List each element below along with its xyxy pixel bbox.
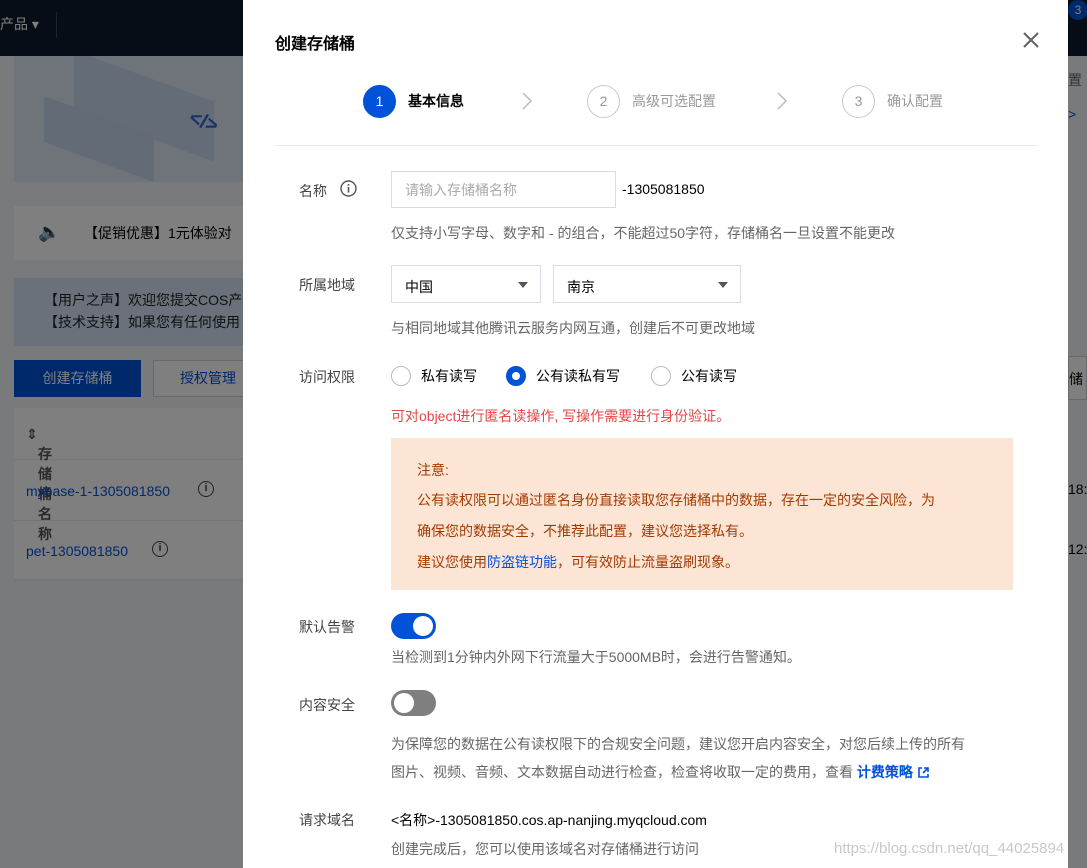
content-security-toggle[interactable] bbox=[391, 690, 436, 716]
country-select-value: 中国 bbox=[405, 279, 433, 295]
step-label: 高级可选配置 bbox=[632, 93, 716, 109]
radio-public-read-private-write[interactable]: 公有读私有写 bbox=[506, 365, 620, 387]
radio-label: 公有读私有写 bbox=[536, 368, 620, 384]
close-icon[interactable] bbox=[1019, 28, 1043, 52]
domain-label: 请求域名 bbox=[299, 812, 355, 828]
bucket-name-suffix: -1305081850 bbox=[622, 181, 705, 197]
help-text: 图片、视频、音频、文本数据自动进行检查，检查将收取一定的费用，查看 bbox=[391, 764, 853, 780]
content-security-label: 内容安全 bbox=[299, 697, 355, 713]
chevron-right-icon bbox=[777, 92, 788, 110]
step-label: 确认配置 bbox=[887, 93, 943, 109]
radio-label: 私有读写 bbox=[421, 368, 477, 384]
city-select-value: 南京 bbox=[567, 279, 595, 295]
bucket-name-input[interactable] bbox=[391, 171, 616, 208]
security-alert-box: 注意: 公有读权限可以通过匿名身份直接读取您存储桶中的数据，存在一定的安全风险，… bbox=[391, 438, 1013, 590]
chevron-right-icon bbox=[522, 92, 533, 110]
dialog-title: 创建存储桶 bbox=[275, 36, 356, 53]
city-select[interactable]: 南京 bbox=[553, 265, 741, 303]
alarm-help-text: 当检测到1分钟内外网下行流量大于5000MB时，会进行告警通知。 bbox=[391, 649, 801, 665]
name-help-text: 仅支持小写字母、数字和 - 的组合，不能超过50字符，存储桶名一旦设置不能更改 bbox=[391, 225, 896, 241]
radio-public-rw[interactable]: 公有读写 bbox=[651, 365, 737, 387]
step-label: 基本信息 bbox=[408, 93, 464, 109]
alert-line: 建议您使用防盗链功能，可有效防止流量盗刷现象。 bbox=[417, 552, 739, 572]
toggle-knob bbox=[394, 693, 414, 713]
radio-label: 公有读写 bbox=[681, 368, 737, 384]
region-label: 所属地域 bbox=[299, 277, 355, 293]
hotlink-protection-link[interactable]: 防盗链功能 bbox=[487, 554, 557, 570]
country-select[interactable]: 中国 bbox=[391, 265, 541, 303]
pricing-policy-link[interactable]: 计费策略 bbox=[857, 764, 930, 780]
external-link-icon bbox=[918, 767, 929, 778]
domain-help-text: 创建完成后，您可以使用该域名对存储桶进行访问 bbox=[391, 841, 699, 857]
create-bucket-dialog: 创建存储桶 1 基本信息 2 高级可选配置 3 确认配置 名称 -1305081… bbox=[243, 0, 1068, 868]
step-number: 3 bbox=[842, 84, 875, 118]
alarm-toggle[interactable] bbox=[391, 613, 436, 639]
divider bbox=[275, 145, 1037, 146]
pricing-link-label: 计费策略 bbox=[856, 764, 913, 780]
info-icon[interactable] bbox=[340, 180, 357, 197]
step-number: 2 bbox=[587, 84, 620, 118]
alarm-label: 默认告警 bbox=[299, 619, 355, 635]
radio-circle[interactable] bbox=[391, 366, 411, 386]
caret-down-icon bbox=[518, 282, 528, 288]
step-advanced-config: 2 高级可选配置 bbox=[587, 84, 716, 118]
radio-private-rw[interactable]: 私有读写 bbox=[391, 365, 477, 387]
access-label: 访问权限 bbox=[299, 369, 355, 385]
name-label: 名称 bbox=[299, 183, 327, 199]
caret-down-icon bbox=[718, 282, 728, 288]
step-basic-info: 1 基本信息 bbox=[363, 84, 464, 118]
step-confirm-config: 3 确认配置 bbox=[842, 84, 943, 118]
watermark-text: https://blog.csdn.net/qq_44025894 bbox=[834, 840, 1065, 857]
content-security-help-line: 为保障您的数据在公有读权限下的合规安全问题，建议您开启内容安全，对您后续上传的所… bbox=[391, 736, 965, 752]
alert-line: 确保您的数据安全，不推荐此配置，建议您选择私有。 bbox=[417, 523, 753, 539]
step-indicator: 1 基本信息 2 高级可选配置 3 确认配置 bbox=[243, 84, 1068, 120]
access-warning-text: 可对object进行匿名读操作, 写操作需要进行身份验证。 bbox=[391, 408, 731, 424]
step-number: 1 bbox=[363, 84, 396, 118]
alert-text: 建议您使用 bbox=[417, 554, 487, 570]
region-help-text: 与相同地域其他腾讯云服务内网互通，创建后不可更改地域 bbox=[391, 320, 755, 336]
radio-circle[interactable] bbox=[651, 366, 671, 386]
domain-value: <名称>-1305081850.cos.ap-nanjing.myqcloud.… bbox=[391, 812, 707, 828]
radio-circle[interactable] bbox=[506, 366, 526, 386]
alert-line: 公有读权限可以通过匿名身份直接读取您存储桶中的数据，存在一定的安全风险，为 bbox=[417, 492, 935, 508]
toggle-knob bbox=[413, 616, 433, 636]
content-security-help-line: 图片、视频、音频、文本数据自动进行检查，检查将收取一定的费用，查看 计费策略 bbox=[391, 762, 930, 782]
alert-title: 注意: bbox=[417, 462, 449, 478]
alert-text: ，可有效防止流量盗刷现象。 bbox=[557, 554, 739, 570]
